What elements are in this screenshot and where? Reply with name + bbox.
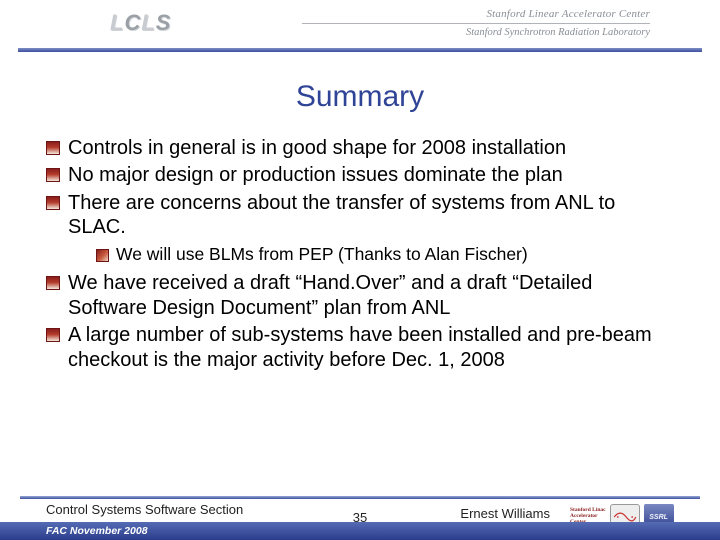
bullet-item: We have received a draft “Hand.Over” and… [46, 271, 674, 320]
slide: LCLS Stanford Linear Accelerator Center … [0, 0, 720, 540]
bullet-item: Controls in general is in good shape for… [46, 136, 674, 160]
stanford-header: Stanford Linear Accelerator Center Stanf… [302, 8, 650, 38]
bullet-text: There are concerns about the transfer of… [68, 192, 615, 238]
slide-title: Summary [0, 80, 720, 114]
bullet-item: There are concerns about the transfer of… [46, 191, 674, 266]
bullet-text: We have received a draft “Hand.Over” and… [68, 272, 592, 318]
sub-bullet-text: We will use BLMs from PEP (Thanks to Ala… [116, 244, 528, 264]
sub-bullet-item: We will use BLMs from PEP (Thanks to Ala… [96, 244, 674, 266]
org-bottom: Stanford Synchrotron Radiation Laborator… [302, 27, 650, 38]
lcls-logo-text: LCLS [110, 10, 171, 36]
footer-author: Ernest Williams [460, 506, 550, 521]
bullet-list: Controls in general is in good shape for… [46, 136, 674, 372]
header-rule [18, 48, 702, 52]
slide-footer: Control Systems Software Section 35 Erne… [0, 496, 720, 540]
sub-bullet-list: We will use BLMs from PEP (Thanks to Ala… [96, 244, 674, 266]
org-top: Stanford Linear Accelerator Center [302, 8, 650, 20]
bullet-item: A large number of sub-systems have been … [46, 323, 674, 372]
bullet-text: Controls in general is in good shape for… [68, 137, 566, 159]
bullet-text: A large number of sub-systems have been … [68, 324, 652, 370]
bullet-item: No major design or production issues dom… [46, 163, 674, 187]
footer-rule [20, 496, 700, 499]
slide-body: Controls in general is in good shape for… [46, 136, 674, 372]
bullet-text: No major design or production issues dom… [68, 164, 563, 186]
footer-section: Control Systems Software Section [46, 502, 243, 517]
footer-date: FAC November 2008 [46, 525, 148, 537]
header-divider [302, 23, 650, 24]
lcls-logo: LCLS [110, 10, 171, 36]
slide-header: LCLS Stanford Linear Accelerator Center … [0, 0, 720, 54]
